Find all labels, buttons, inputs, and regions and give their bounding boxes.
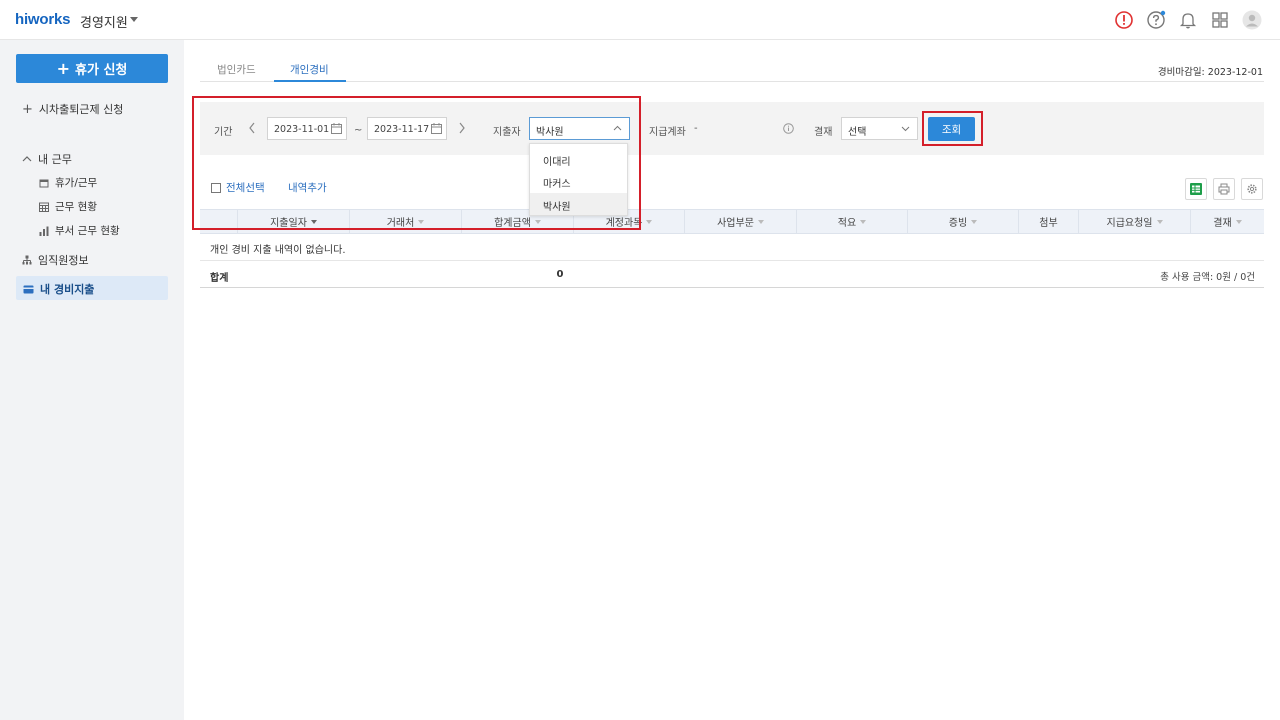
vacation-request-label: 휴가 신청 xyxy=(75,63,128,78)
sort-caret-icon xyxy=(646,219,653,224)
sort-caret-icon xyxy=(1235,219,1242,224)
grid-calendar-icon xyxy=(39,202,49,212)
approval-label: 결재 xyxy=(814,127,833,138)
chevron-up-icon xyxy=(22,156,32,162)
org-chart-icon xyxy=(22,255,32,265)
total-usage-summary: 총 사용 금액: 0원 / 0건 xyxy=(1160,272,1255,283)
excel-export-button[interactable] xyxy=(1185,178,1207,200)
column-header-request-date[interactable]: 지급요청일 xyxy=(1078,210,1190,233)
column-header-label: 증빙 xyxy=(948,218,968,229)
sidebar-item-flex-request[interactable]: + 시차출퇴근제 신청 xyxy=(22,101,123,117)
app-switcher[interactable]: 경영지원 xyxy=(80,12,128,31)
sidebar: + 휴가 신청 + 시차출퇴근제 신청 내 근무 휴가/근무 근무 현황 부서 … xyxy=(0,40,184,720)
column-header-memo[interactable]: 적요 xyxy=(796,210,907,233)
column-header-label: 사업부문 xyxy=(717,218,754,229)
sidebar-item-dept-work-status[interactable]: 부서 근무 현황 xyxy=(39,223,120,238)
sidebar-item-vacation-work[interactable]: 휴가/근무 xyxy=(39,175,97,190)
active-tab-indicator xyxy=(274,80,346,82)
expense-tabs: 법인카드 개인경비 xyxy=(200,57,1264,82)
apps-grid-icon[interactable] xyxy=(1210,10,1230,30)
total-row: 합계 0 총 사용 금액: 0원 / 0건 xyxy=(200,261,1264,288)
sidebar-item-my-expense-label[interactable]: 내 경비지출 xyxy=(23,281,94,297)
hiworks-logo[interactable]: hiworks xyxy=(15,11,70,28)
column-header-label: 결재 xyxy=(1213,218,1232,229)
help-icon[interactable] xyxy=(1146,10,1166,30)
calendar-icon xyxy=(39,179,49,187)
sort-caret-icon xyxy=(860,219,867,224)
vacation-request-button[interactable]: + 휴가 신청 xyxy=(16,54,168,83)
sort-caret-icon xyxy=(1156,219,1163,224)
sidebar-item-label: 내 경비지출 xyxy=(40,283,95,296)
print-button[interactable] xyxy=(1213,178,1235,200)
column-header-business-unit[interactable]: 사업부문 xyxy=(684,210,796,233)
sort-caret-icon xyxy=(971,219,978,224)
bar-chart-icon xyxy=(39,226,49,236)
chevron-down-icon xyxy=(901,126,910,132)
alert-icon[interactable] xyxy=(1114,10,1134,30)
gear-icon xyxy=(1247,184,1257,194)
sidebar-item-label: 시차출퇴근제 신청 xyxy=(38,103,124,116)
column-header-label: 첨부 xyxy=(1039,218,1058,229)
column-header-approval[interactable]: 결재 xyxy=(1190,210,1264,233)
account-value: - xyxy=(694,123,698,134)
expense-deadline: 경비마감일: 2023-12-01 xyxy=(1157,67,1263,78)
total-label: 합계 xyxy=(210,273,229,284)
sidebar-item-label: 내 근무 xyxy=(38,153,72,166)
sidebar-item-label: 임직원정보 xyxy=(38,254,89,267)
top-bar: hiworks 경영지원 xyxy=(0,0,1280,40)
app-switcher-caret-icon[interactable] xyxy=(130,17,138,22)
column-header-label: 적요 xyxy=(837,218,857,229)
empty-table-message: 개인 경비 지출 내역이 없습니다. xyxy=(200,234,1264,261)
sidebar-item-label: 부서 근무 현황 xyxy=(55,225,120,237)
sidebar-item-label: 근무 현황 xyxy=(55,201,97,213)
column-header-evidence[interactable]: 증빙 xyxy=(907,210,1018,233)
sidebar-item-label: 휴가/근무 xyxy=(55,177,98,189)
column-header-attachment: 첨부 xyxy=(1018,210,1078,233)
sidebar-item-work-status[interactable]: 근무 현황 xyxy=(39,199,97,214)
settings-button[interactable] xyxy=(1241,178,1263,200)
column-header-label: 지급요청일 xyxy=(1106,218,1153,229)
query-highlight-box xyxy=(922,111,983,146)
sort-caret-icon xyxy=(757,219,764,224)
plus-icon: + xyxy=(56,58,71,78)
card-icon xyxy=(23,285,34,293)
user-avatar-icon[interactable] xyxy=(1242,10,1262,30)
plus-icon: + xyxy=(22,101,33,117)
info-icon[interactable] xyxy=(783,123,794,134)
printer-icon xyxy=(1218,183,1230,195)
sidebar-item-employee-info[interactable]: 임직원정보 xyxy=(22,252,89,268)
approval-select[interactable]: 선택 xyxy=(841,117,918,140)
tab-personal-expense[interactable]: 개인경비 xyxy=(290,62,329,77)
spreadsheet-icon xyxy=(1190,183,1202,195)
account-label: 지급계좌 xyxy=(649,127,686,138)
bell-icon[interactable] xyxy=(1178,10,1198,30)
sidebar-item-my-work[interactable]: 내 근무 xyxy=(22,151,72,167)
tab-corporate-card[interactable]: 법인카드 xyxy=(217,62,256,77)
total-amount-value: 0 xyxy=(556,269,564,280)
filter-highlight-box xyxy=(192,96,641,230)
approval-selected-value: 선택 xyxy=(848,127,867,138)
